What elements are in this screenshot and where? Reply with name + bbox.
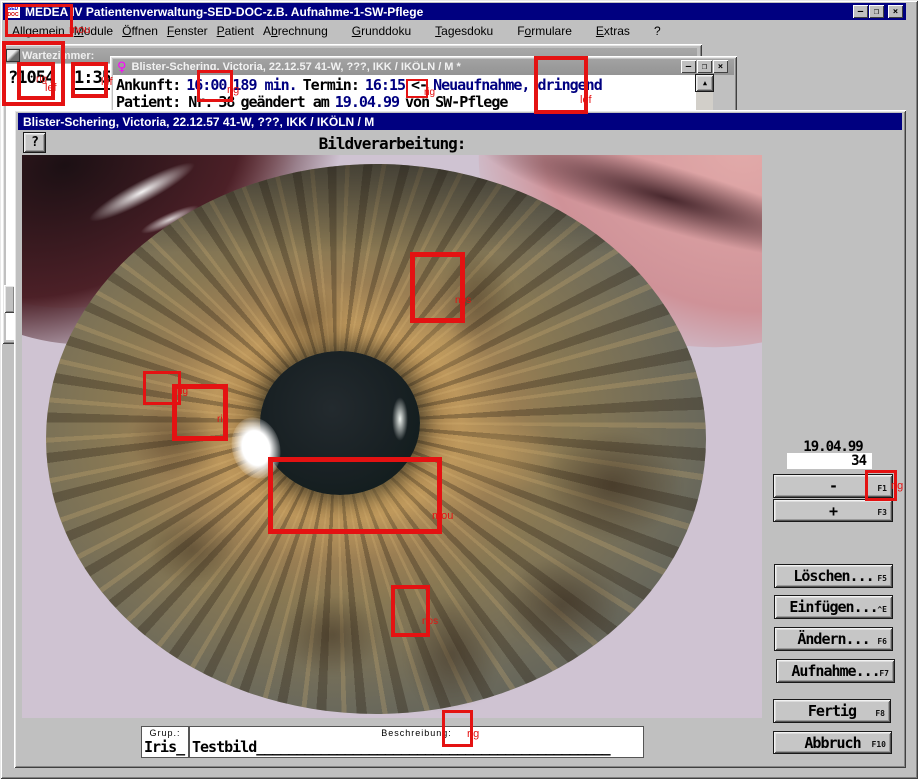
edit-button[interactable]: Ändern... F6 — [775, 628, 892, 650]
image-processing-window: Blister-Schering, Victoria, 22.12.57 41-… — [14, 110, 906, 768]
menu-item-fenster[interactable]: Fenster — [167, 24, 208, 38]
flash-highlight-small — [392, 397, 408, 441]
wartezimmer-icon — [7, 50, 19, 61]
done-button-key: F8 — [875, 709, 885, 718]
done-button-label: Fertig — [808, 702, 856, 720]
termin-label: Termin: — [303, 76, 359, 94]
group-field-value: Iris_ — [144, 738, 184, 756]
maximize-icon[interactable]: ❐ — [869, 5, 884, 18]
wartezimmer-wait-time: 1:35 — [74, 68, 111, 90]
main-titlebar: SED DOC MEDEA IV Patientenverwaltung-SED… — [3, 3, 906, 20]
capture-button[interactable]: Aufnahme... F7 — [777, 660, 894, 682]
edit-button-label: Ändern... — [797, 630, 869, 648]
app-icon-text-bottom: DOC — [7, 12, 18, 18]
capture-button-key: F7 — [879, 669, 889, 678]
close-icon[interactable]: × — [888, 5, 903, 18]
minimize-icon[interactable]: – — [853, 5, 868, 18]
menu-item-öffnen[interactable]: Öffnen — [122, 24, 158, 38]
menu-item-extras[interactable]: Extras — [596, 24, 630, 38]
patient-changed-line: Patient: Nr. 38 geändert am 19.04.99 von SW-P… — [116, 93, 513, 111]
patient-window-title: Blister-Schering, Victoria, 22.12.57 41-… — [132, 61, 461, 73]
previous-image-button[interactable]: - F1 — [774, 475, 892, 497]
main-window-controls: – ❐ × — [852, 5, 903, 18]
main-window-title: MEDEA IV Patientenverwaltung-SED-DOC-z.B… — [25, 5, 423, 19]
description-field[interactable]: Beschreibung: Testbild__________________… — [190, 727, 643, 757]
wartezimmer-title: Wartezimmer: — [22, 50, 94, 62]
image-number-field[interactable]: 34 — [787, 453, 872, 469]
insert-button-label: Einfügen... — [789, 598, 877, 616]
delete-button-label: Löschen... — [793, 567, 873, 585]
arrow-text: <- — [411, 76, 427, 94]
von-label: von — [405, 93, 429, 111]
main-menubar: Allgemein Module Öffnen Fenster Patient Abrec… — [3, 21, 906, 41]
image-window-titlebar: Blister-Schering, Victoria, 22.12.57 41-… — [18, 113, 902, 130]
wartezimmer-patient-count: ?1054 — [8, 68, 54, 88]
next-image-button[interactable]: + F3 — [774, 500, 892, 521]
patient-arrival-line: Ankunft: 16:00 189 min. Termin: 16:15 <- Neuau… — [116, 76, 608, 94]
menu-item-tagesdoku[interactable]: Tagesdoku — [435, 24, 493, 38]
edit-button-key: F6 — [877, 637, 887, 646]
plus-button-label: + — [829, 502, 837, 520]
medea-main-window: SED DOC MEDEA IV Patientenverwaltung-SED… — [0, 0, 918, 779]
insert-button-key: ^E — [877, 605, 887, 614]
image-window-title: Blister-Schering, Victoria, 22.12.57 41-… — [23, 115, 374, 129]
changed-date: 19.04.99 — [335, 93, 399, 111]
menu-item-allgemein[interactable]: Allgemein — [12, 24, 65, 38]
close-icon[interactable]: × — [713, 60, 728, 73]
female-gender-icon: ♀ — [117, 60, 127, 75]
ankunft-time: 16:00 — [186, 76, 226, 94]
admission-status: Neuaufnahme, dringend — [433, 76, 602, 94]
menu-item-abrechnung[interactable]: Abrechnung — [263, 24, 328, 38]
menu-item-grunddoku[interactable]: Grunddoku — [352, 24, 411, 38]
menu-item-?[interactable]: ? — [654, 24, 661, 38]
termin-time: 16:15 — [365, 76, 405, 94]
menu-item-formulare[interactable]: Formulare — [517, 24, 572, 38]
insert-button[interactable]: Einfügen... ^E — [775, 596, 892, 618]
group-field[interactable]: Grup.: Iris_ — [142, 727, 188, 757]
group-field-label: Grup.: — [142, 728, 188, 738]
ankunft-label: Ankunft: — [116, 76, 180, 94]
app-icon[interactable]: SED DOC — [6, 5, 20, 18]
changed-by: SW-Pflege — [435, 93, 507, 111]
patient-window-titlebar: ♀ Blister-Schering, Victoria, 22.12.57 4… — [113, 59, 734, 75]
description-field-value: Testbild________________________________… — [192, 738, 610, 756]
menu-item-module[interactable]: Module — [74, 24, 113, 38]
done-button[interactable]: Fertig F8 — [774, 700, 890, 722]
changed-label: geändert am — [240, 93, 328, 111]
maximize-icon[interactable]: ❐ — [697, 60, 712, 73]
menu-item-patient[interactable]: Patient — [217, 24, 254, 38]
cancel-button-label: Abbruch — [804, 734, 860, 752]
minimize-icon[interactable]: – — [681, 60, 696, 73]
capture-button-label: Aufnahme... — [791, 662, 879, 680]
patient-nr-label: Patient: Nr. — [116, 93, 212, 111]
wait-duration: 189 min. — [232, 76, 296, 94]
iris-photo: nos rig rig mou nos — [22, 155, 762, 718]
cancel-button-key: F10 — [872, 740, 886, 749]
description-field-label: Beschreibung: — [190, 728, 643, 738]
cancel-button[interactable]: Abbruch F10 — [774, 732, 891, 753]
patient-window-controls: – ❐ × — [680, 60, 728, 73]
delete-button[interactable]: Löschen... F5 — [775, 565, 892, 587]
minus-button-key: F1 — [877, 484, 887, 493]
patient-nr: 38 — [218, 93, 234, 111]
plus-button-key: F3 — [877, 508, 887, 517]
minus-button-label: - — [829, 477, 837, 495]
delete-button-key: F5 — [877, 574, 887, 583]
scroll-up-icon[interactable]: ▲ — [696, 75, 713, 91]
page-title: Bildverarbeitung: — [22, 134, 762, 153]
